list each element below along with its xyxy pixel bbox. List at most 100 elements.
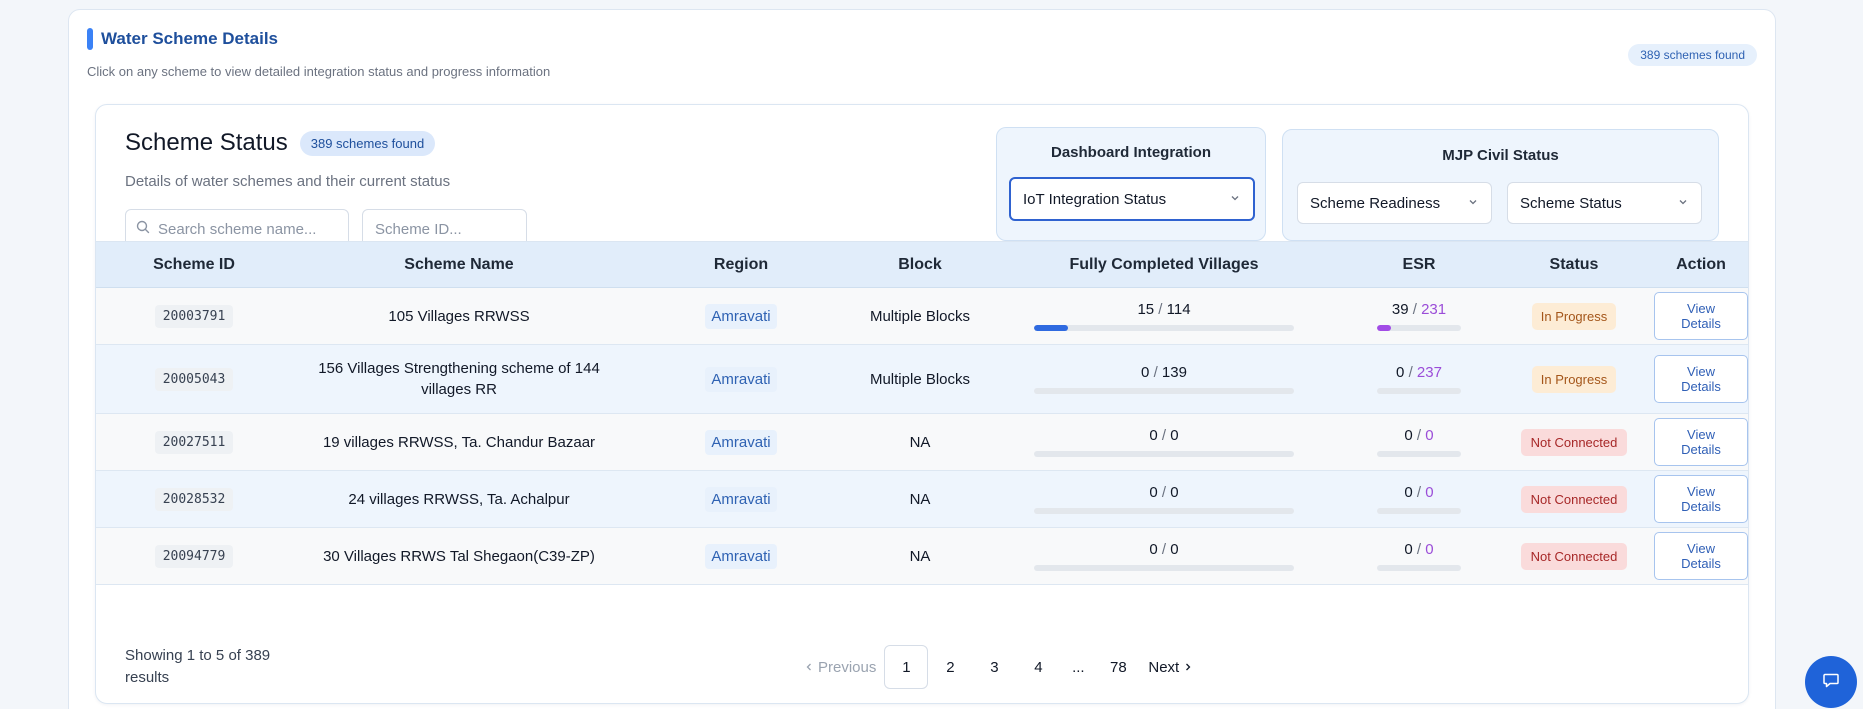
header-fully-completed-villages[interactable]: Fully Completed Villages	[984, 256, 1344, 274]
scheme-name: 30 Villages RRWS Tal Shegaon(C39-ZP)	[323, 547, 595, 565]
scheme-status-select[interactable]: Scheme Status	[1507, 182, 1702, 224]
view-details-button[interactable]: View Details	[1654, 532, 1748, 580]
esr-done: 39	[1391, 301, 1409, 318]
esr-progress-track	[1377, 388, 1461, 394]
esr-total: 0	[1425, 427, 1434, 444]
villages-progress-track	[1034, 565, 1294, 571]
esr-total: 237	[1416, 364, 1442, 381]
mjp-civil-status-panel: MJP Civil Status Scheme Readiness Scheme…	[1282, 129, 1719, 241]
view-details-button[interactable]: View Details	[1654, 292, 1748, 340]
header-action: Action	[1676, 255, 1726, 273]
villages-total: 0	[1170, 427, 1179, 444]
table-row[interactable]: 20003791 105 Villages RRWSS Amravati Mul…	[96, 288, 1748, 345]
villages-done: 0	[1149, 484, 1158, 501]
table-row[interactable]: 20028532 24 villages RRWSS, Ta. Achalpur…	[96, 471, 1748, 528]
region-chip: Amravati	[705, 429, 777, 455]
table-header: Scheme ID Scheme Name Region Block Fully…	[96, 242, 1748, 288]
schemes-count-badge: 389 schemes found	[1628, 44, 1757, 66]
esr-done: 0	[1404, 484, 1413, 501]
scheme-status-select-value: Scheme Status	[1520, 194, 1622, 212]
view-details-button[interactable]: View Details	[1654, 418, 1748, 466]
table-row[interactable]: 20027511 19 villages RRWSS, Ta. Chandur …	[96, 414, 1748, 471]
scheme-id-input[interactable]	[375, 220, 526, 238]
scheme-id: 20094779	[154, 544, 234, 568]
search-icon	[136, 220, 150, 239]
scheme-readiness-select[interactable]: Scheme Readiness	[1297, 182, 1492, 224]
chevron-down-icon	[1467, 195, 1479, 212]
villages-total: 139	[1161, 364, 1187, 381]
esr-total: 231	[1421, 301, 1447, 318]
scheme-status-subtitle: Details of water schemes and their curre…	[125, 173, 451, 190]
page-button-4[interactable]: 4	[1016, 645, 1060, 689]
status-badge: Not Connected	[1520, 542, 1628, 570]
header-region[interactable]: Region	[626, 256, 856, 274]
table-row[interactable]: 20005043 156 Villages Strengthening sche…	[96, 345, 1748, 414]
scheme-id: 20003791	[154, 304, 234, 328]
section-subtitle: Click on any scheme to view detailed int…	[87, 64, 551, 79]
section-title-text: Water Scheme Details	[101, 29, 278, 48]
villages-progress-track	[1034, 508, 1294, 514]
block-cell: Multiple Blocks	[869, 307, 971, 325]
villages-total: 0	[1170, 541, 1179, 558]
villages-done: 15	[1137, 301, 1155, 318]
page-button-2[interactable]: 2	[928, 645, 972, 689]
next-page-button[interactable]: Next	[1140, 659, 1201, 676]
previous-page-button[interactable]: Previous	[796, 659, 884, 676]
esr-progress-track	[1377, 325, 1461, 331]
status-title-row: Scheme Status 389 schemes found	[125, 129, 436, 157]
villages-progress: 15 / 114	[1034, 301, 1294, 331]
status-badge: Not Connected	[1520, 428, 1628, 456]
chat-icon	[1822, 671, 1840, 694]
chevron-right-icon	[1183, 659, 1193, 676]
scheme-name: 24 villages RRWSS, Ta. Achalpur	[348, 490, 570, 508]
scheme-name: 19 villages RRWSS, Ta. Chandur Bazaar	[322, 433, 596, 451]
esr-progress-track	[1377, 565, 1461, 571]
page-button-1[interactable]: 1	[884, 645, 929, 689]
iot-integration-select[interactable]: IoT Integration Status	[1009, 177, 1255, 221]
esr-progress: 0 / 237	[1377, 364, 1461, 394]
esr-progress: 39 / 231	[1377, 301, 1461, 331]
esr-progress: 0 / 0	[1377, 541, 1461, 571]
dashboard-integration-panel: Dashboard Integration IoT Integration St…	[996, 127, 1266, 241]
title-accent-bar	[87, 28, 93, 50]
block-cell: Multiple Blocks	[869, 370, 971, 388]
page-ellipsis: ...	[1072, 658, 1085, 676]
header-scheme-id[interactable]: Scheme ID	[96, 256, 292, 274]
scheme-status-card: Scheme Status 389 schemes found Details …	[95, 104, 1749, 704]
region-chip: Amravati	[705, 486, 777, 512]
block-cell: NA	[909, 490, 931, 508]
villages-progress-track	[1034, 325, 1294, 331]
scheme-status-title: Scheme Status	[125, 129, 288, 156]
status-badge: Not Connected	[1520, 485, 1628, 513]
page-button-3[interactable]: 3	[972, 645, 1016, 689]
villages-progress: 0 / 0	[1034, 484, 1294, 514]
esr-done: 0	[1396, 364, 1405, 381]
scheme-id: 20027511	[154, 430, 234, 454]
iot-integration-select-value: IoT Integration Status	[1023, 190, 1167, 208]
villages-done: 0	[1149, 427, 1158, 444]
chat-button[interactable]	[1805, 656, 1857, 708]
villages-progress: 0 / 0	[1034, 541, 1294, 571]
search-input[interactable]	[158, 220, 348, 238]
header-block[interactable]: Block	[856, 256, 984, 274]
villages-progress: 0 / 139	[1034, 364, 1294, 394]
esr-progress-track	[1377, 451, 1461, 457]
page-button-78[interactable]: 78	[1096, 645, 1140, 689]
block-cell: NA	[909, 433, 931, 451]
view-details-button[interactable]: View Details	[1654, 355, 1748, 403]
header-scheme-name[interactable]: Scheme Name	[292, 256, 626, 274]
esr-total: 0	[1425, 484, 1434, 501]
villages-progress-track	[1034, 388, 1294, 394]
esr-progress-fill	[1377, 325, 1392, 331]
header-esr[interactable]: ESR	[1344, 256, 1494, 274]
header-status[interactable]: Status	[1494, 256, 1654, 274]
scheme-status-count-badge: 389 schemes found	[299, 130, 436, 156]
dashboard-integration-title: Dashboard Integration	[1050, 144, 1211, 161]
villages-progress: 0 / 0	[1034, 427, 1294, 457]
chevron-down-icon	[1229, 191, 1241, 208]
view-details-button[interactable]: View Details	[1654, 475, 1748, 523]
esr-done: 0	[1404, 541, 1413, 558]
chevron-down-icon	[1677, 195, 1689, 212]
table-row[interactable]: 20094779 30 Villages RRWS Tal Shegaon(C3…	[96, 528, 1748, 585]
water-scheme-card: Water Scheme Details Click on any scheme…	[68, 9, 1776, 709]
